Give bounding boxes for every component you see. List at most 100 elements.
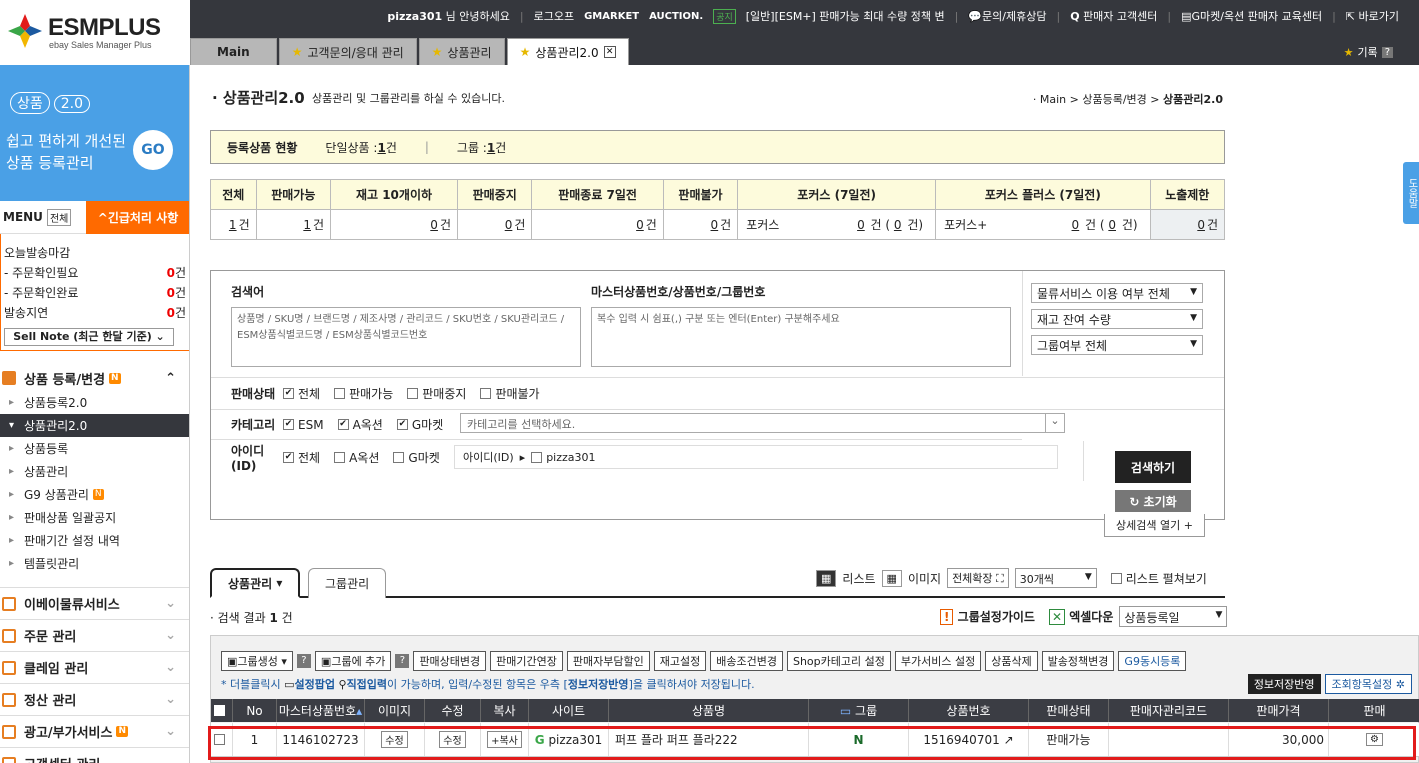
tab-product-manage-2[interactable]: ★ 상품관리2.0 ✕ xyxy=(506,38,629,65)
status-change-button[interactable]: 판매상태변경 xyxy=(413,651,487,671)
seller-center-link[interactable]: Q 판매자 고객센터 xyxy=(1070,8,1157,24)
menu-group-settlement[interactable]: 정산 관리 ⌄ xyxy=(0,683,189,715)
category-select[interactable]: 카테고리를 선택하세요. xyxy=(460,413,1065,433)
help-icon[interactable]: ? xyxy=(1381,46,1393,58)
delete-product-button[interactable]: 상품삭제 xyxy=(985,651,1038,671)
list-view-icon[interactable]: ▦ xyxy=(816,569,837,587)
col-edit[interactable]: 수정 xyxy=(425,699,481,722)
inquiry-link[interactable]: 💬문의/제휴상담 xyxy=(968,8,1046,24)
summary-single[interactable]: 단일상품 :1건 xyxy=(325,139,396,156)
edu-center-link[interactable]: ▤G마켓/옥션 판매자 교육센터 xyxy=(1181,8,1322,24)
logistics-select[interactable]: 물류서비스 이용 여부 전체 xyxy=(1031,283,1203,303)
status-unable-checkbox[interactable]: 판매불가 xyxy=(480,385,540,402)
stat-cell[interactable]: 0건 xyxy=(1149,209,1226,240)
menu-all-button[interactable]: 전체 xyxy=(46,208,72,226)
todo-row[interactable]: - 주문확인완료 0건 xyxy=(4,282,186,302)
stat-cell[interactable]: 0건 xyxy=(662,209,739,240)
sidebar-item-manage[interactable]: 상품관리 xyxy=(0,460,189,483)
list-view-label[interactable]: 리스트 xyxy=(842,570,875,587)
breadcrumb-main[interactable]: Main xyxy=(1040,93,1066,106)
sort-select[interactable]: 상품등록일 xyxy=(1119,606,1228,627)
summary-group[interactable]: 그룹 :1건 xyxy=(457,139,506,156)
tab-group-list[interactable]: 그룹관리 xyxy=(308,568,387,598)
col-copy[interactable]: 복사 xyxy=(481,699,529,722)
id-auction-checkbox[interactable]: A옥션 xyxy=(334,449,379,466)
search-button[interactable]: 검색하기 xyxy=(1115,451,1191,483)
tab-product-manage[interactable]: ★ 상품관리 xyxy=(418,38,505,65)
notice-text[interactable]: [일반][ESM+] 판매가능 최대 수량 정책 변 xyxy=(746,8,945,24)
go-button[interactable]: GO xyxy=(133,130,173,170)
col-sale[interactable]: 판매 xyxy=(1329,699,1419,722)
stat-cell[interactable]: 0건 xyxy=(531,209,664,240)
sidebar-item-template[interactable]: 템플릿관리 xyxy=(0,552,189,575)
menu-group-claim[interactable]: 클레임 관리 ⌄ xyxy=(0,651,189,683)
shipping-policy-button[interactable]: 발송정책변경 xyxy=(1041,651,1115,671)
col-seller-code[interactable]: 판매자관리코드 xyxy=(1109,699,1229,722)
select-all-checkbox[interactable] xyxy=(211,699,233,722)
col-product-no[interactable]: 상품번호 xyxy=(909,699,1029,722)
col-site[interactable]: 사이트 xyxy=(529,699,609,722)
menu-group-cs[interactable]: 고객센터 관리⌄ xyxy=(0,747,189,763)
menu-group-logistics[interactable]: 이베이물류서비스 ⌄ xyxy=(0,587,189,619)
col-status[interactable]: 판매상태 xyxy=(1029,699,1109,722)
stock-select[interactable]: 재고 잔여 수량 xyxy=(1031,309,1203,329)
image-view-icon[interactable]: ▦ xyxy=(881,569,902,587)
image-view-label[interactable]: 이미지 xyxy=(908,570,941,587)
seller-discount-button[interactable]: 판매자부담할인 xyxy=(566,651,650,671)
excel-link[interactable]: ✕ 엑셀다운 xyxy=(1048,608,1113,625)
group-select[interactable]: 그룹여부 전체 xyxy=(1031,335,1203,355)
stat-cell[interactable]: 0건 xyxy=(456,209,533,240)
col-group[interactable]: ▭ 그룹 xyxy=(809,699,909,722)
col-name[interactable]: 상품명 xyxy=(609,699,809,722)
save-info-button[interactable]: 정보저장반영 xyxy=(1247,674,1321,694)
help-icon[interactable]: ? xyxy=(395,654,410,668)
expand-button[interactable]: 전체확장 ⛶ xyxy=(947,568,1009,588)
reset-button[interactable]: ↻ 초기화 xyxy=(1115,490,1191,512)
col-price[interactable]: 판매가격 xyxy=(1229,699,1329,722)
number-input[interactable]: 복수 입력 시 쉼표(,) 구분 또는 엔터(Enter) 구분해주세요 xyxy=(591,307,1011,367)
sidebar-item-notice[interactable]: 판매상품 일괄공지 xyxy=(0,506,189,529)
id-gmarket-checkbox[interactable]: G마켓 xyxy=(393,449,440,466)
menu-group-product[interactable]: 상품 등록/변경 N ⌃ xyxy=(0,365,189,391)
stat-cell-focus[interactable]: 포커스 0 건 ( 0 건) xyxy=(737,209,937,240)
status-stop-checkbox[interactable]: 판매중지 xyxy=(407,385,466,402)
tab-main[interactable]: Main xyxy=(190,38,277,65)
per-page-select[interactable]: 30개씩 xyxy=(1014,568,1097,588)
gmarket-link[interactable]: GMARKET xyxy=(584,11,639,22)
sellnote-select[interactable]: Sell Note (최근 한달 기준) ⌄ xyxy=(4,328,174,346)
feedback-tab[interactable]: 도움말 xyxy=(1403,162,1419,224)
flat-view-checkbox[interactable]: 리스트 펼쳐보기 xyxy=(1110,570,1207,587)
guide-link[interactable]: ! 그룹설정가이드 xyxy=(940,608,1035,625)
shipping-change-button[interactable]: 배송조건변경 xyxy=(710,651,783,671)
logout-link[interactable]: 로그오프 xyxy=(534,8,574,24)
column-setting-button[interactable]: 조회항목설정 ✲ xyxy=(1324,674,1412,694)
detail-search-button[interactable]: 상세검색 열기 + xyxy=(1104,514,1205,537)
sidebar-item-g9[interactable]: G9 상품관리N xyxy=(0,483,189,506)
shop-category-button[interactable]: Shop카테고리 설정 xyxy=(786,651,891,671)
sidebar-item-manage2[interactable]: 상품관리2.0 xyxy=(0,414,189,437)
sidebar-item-period[interactable]: 판매기간 설정 내역 xyxy=(0,529,189,552)
keyword-input[interactable]: 상품명 / SKU명 / 브랜드명 / 제조사명 / 관리코드 / SKU번호 … xyxy=(231,307,581,367)
stat-cell[interactable]: 1건 xyxy=(210,209,257,240)
history-button[interactable]: ★ 기록? xyxy=(1344,44,1393,60)
group-create-button[interactable]: ▣ 그룹생성 ▾ xyxy=(221,651,293,671)
auction-link[interactable]: AUCTION. xyxy=(649,11,703,22)
stat-cell[interactable]: 1건 xyxy=(255,209,332,240)
period-extend-button[interactable]: 판매기간연장 xyxy=(490,651,563,671)
tab-product-list[interactable]: 상품관리 ▾ xyxy=(210,568,301,598)
g9-register-button[interactable]: G9동시등록 xyxy=(1118,651,1187,671)
promo-banner[interactable]: 상품 2.0 쉽고 편하게 개선된 상품 등록관리 GO xyxy=(0,65,189,201)
breadcrumb-group[interactable]: 상품등록/변경 xyxy=(1082,93,1146,106)
sidebar-item-register2[interactable]: 상품등록2.0 xyxy=(0,391,189,414)
tab-customer-inquiry[interactable]: ★ 고객문의/응대 관리 xyxy=(278,38,417,65)
menu-group-ads[interactable]: 광고/부가서비스 N ⌄ xyxy=(0,715,189,747)
todo-row[interactable]: 발송지연 0건 xyxy=(4,302,186,322)
sidebar-item-register[interactable]: 상품등록 xyxy=(0,437,189,460)
stock-setting-button[interactable]: 재고설정 xyxy=(653,651,707,671)
menu-group-order[interactable]: 주문 관리 ⌄ xyxy=(0,619,189,651)
urgent-tab[interactable]: ^ 긴급처리 사항 xyxy=(86,201,189,234)
stat-cell[interactable]: 0건 xyxy=(330,209,458,240)
cat-auction-checkbox[interactable]: A옥션 xyxy=(337,416,383,433)
status-sale-checkbox[interactable]: 판매가능 xyxy=(334,385,393,402)
todo-row[interactable]: 오늘발송마감 xyxy=(4,242,186,262)
